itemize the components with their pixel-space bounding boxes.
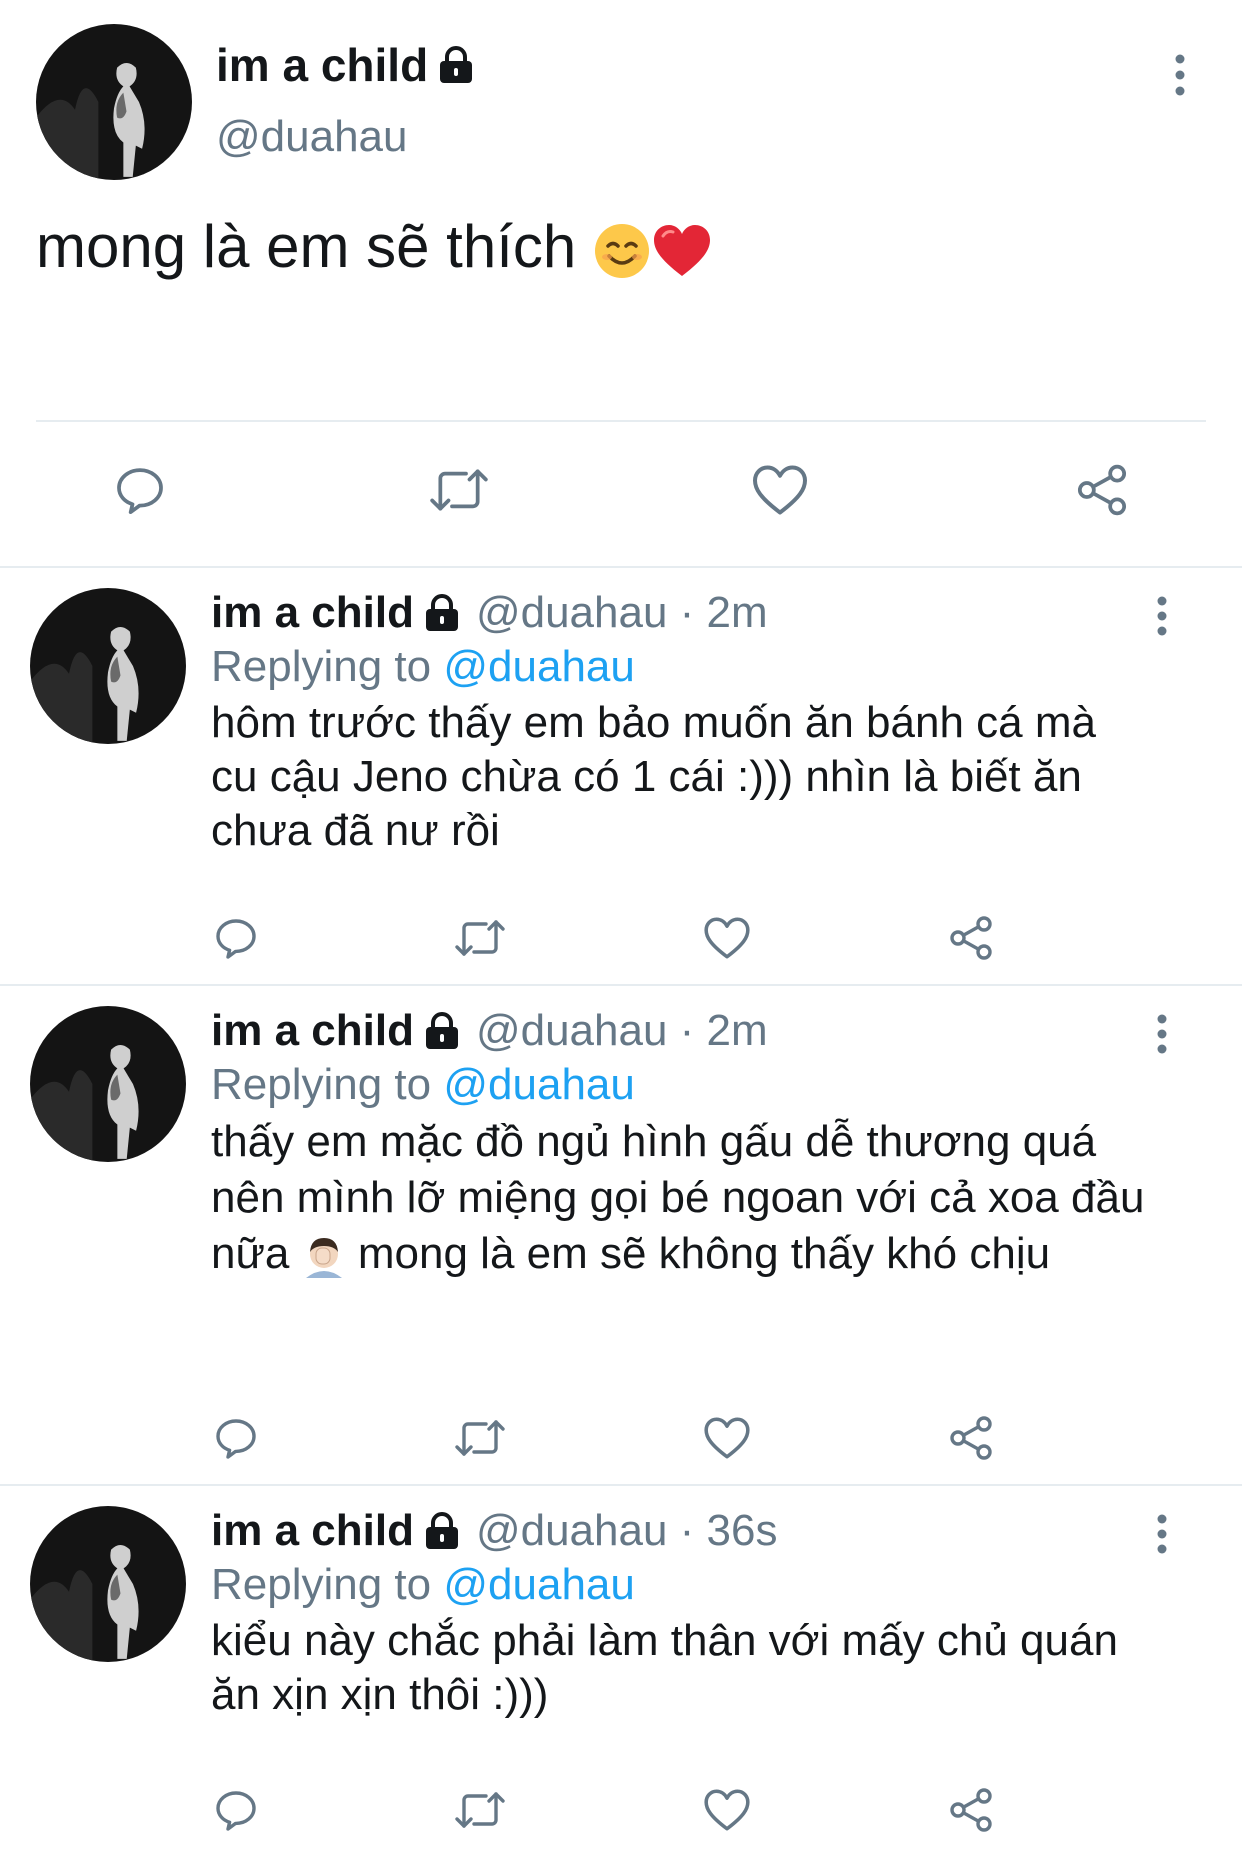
retweet-icon[interactable] xyxy=(426,462,492,518)
reply-icon[interactable] xyxy=(112,462,168,518)
reply-icon[interactable] xyxy=(212,1786,260,1834)
replying-to: Replying to @duahau xyxy=(211,642,635,691)
reply-text: thấy em mặc đồ ngủ hình gấu dễ thương qu… xyxy=(211,1117,1145,1279)
reply-text: kiểu này chắc phải làm thân với mấy chủ … xyxy=(211,1616,1118,1719)
main-tweet: im a child @duahau mong là em sẽ thích xyxy=(0,0,1242,566)
display-name[interactable]: im a child xyxy=(211,588,414,638)
reply-header: im a child @duahau · 36s xyxy=(211,1506,778,1556)
reply-icon[interactable] xyxy=(212,1414,260,1462)
lock-icon xyxy=(440,46,473,83)
lock-icon xyxy=(425,594,458,631)
display-name[interactable]: im a child xyxy=(216,38,474,92)
share-icon[interactable] xyxy=(1072,462,1132,518)
replying-to: Replying to @duahau xyxy=(211,1060,635,1109)
like-icon[interactable] xyxy=(702,1786,752,1834)
like-icon[interactable] xyxy=(750,462,810,518)
reply-header: im a child @duahau · 2m xyxy=(211,1006,768,1056)
retweet-icon[interactable] xyxy=(452,1786,508,1834)
reply-text: hôm trước thấy em bảo muốn ăn bánh cá mà… xyxy=(211,698,1096,855)
avatar[interactable] xyxy=(36,24,192,180)
more-options-icon[interactable] xyxy=(1142,594,1182,638)
handle[interactable]: @duahau xyxy=(216,112,408,162)
retweet-icon[interactable] xyxy=(452,914,508,962)
replying-to: Replying to @duahau xyxy=(211,1560,635,1609)
reply-actions xyxy=(0,914,1242,964)
mention-link[interactable]: @duahau xyxy=(443,1060,635,1109)
reply-tweet[interactable]: im a child @duahau · 2m Replying to @dua… xyxy=(0,566,1242,986)
more-options-icon[interactable] xyxy=(1142,1012,1182,1056)
share-icon[interactable] xyxy=(946,1786,996,1834)
smiling-face-emoji xyxy=(594,224,649,279)
reply-tweet[interactable]: im a child @duahau · 2m Replying to @dua… xyxy=(0,984,1242,1486)
red-heart-emoji xyxy=(653,225,710,277)
like-icon[interactable] xyxy=(702,914,752,962)
handle-and-time[interactable]: @duahau · 36s xyxy=(476,1506,778,1556)
reply-header: im a child @duahau · 2m xyxy=(211,588,768,638)
divider xyxy=(36,420,1206,422)
display-name[interactable]: im a child xyxy=(211,1506,414,1556)
retweet-icon[interactable] xyxy=(452,1414,508,1462)
main-tweet-actions xyxy=(0,462,1242,522)
avatar[interactable] xyxy=(30,588,186,744)
tweet-thread: im a child @duahau mong là em sẽ thích i… xyxy=(0,0,1242,1860)
reply-actions xyxy=(0,1414,1242,1464)
reply-actions xyxy=(0,1786,1242,1836)
avatar[interactable] xyxy=(30,1006,186,1162)
avatar[interactable] xyxy=(30,1506,186,1662)
mention-link[interactable]: @duahau xyxy=(443,642,635,691)
share-icon[interactable] xyxy=(946,1414,996,1462)
display-name[interactable]: im a child xyxy=(211,1006,414,1056)
facepalm-emoji xyxy=(305,1238,342,1279)
handle-and-time[interactable]: @duahau · 2m xyxy=(476,1006,768,1056)
mention-link[interactable]: @duahau xyxy=(443,1560,635,1609)
reply-tweet[interactable]: im a child @duahau · 36s Replying to @du… xyxy=(0,1484,1242,1862)
reply-icon[interactable] xyxy=(212,914,260,962)
more-options-icon[interactable] xyxy=(1142,1512,1182,1556)
lock-icon xyxy=(425,1012,458,1049)
lock-icon xyxy=(425,1512,458,1549)
more-options-icon[interactable] xyxy=(1160,50,1200,100)
share-icon[interactable] xyxy=(946,914,996,962)
tweet-text: mong là em sẽ thích xyxy=(36,212,713,281)
like-icon[interactable] xyxy=(702,1414,752,1462)
handle-and-time[interactable]: @duahau · 2m xyxy=(476,588,768,638)
